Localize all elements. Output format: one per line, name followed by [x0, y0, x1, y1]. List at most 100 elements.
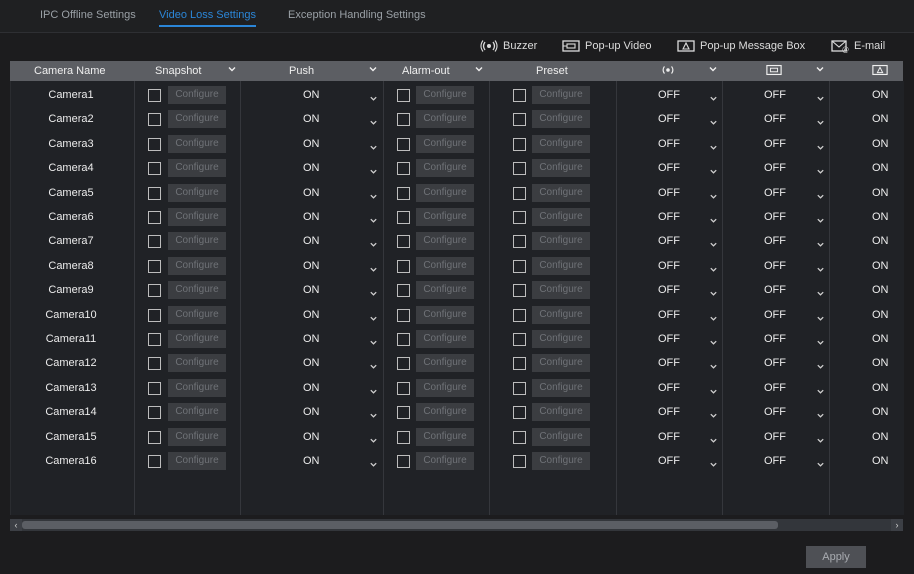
popup-video-chevron-down-icon[interactable] [816, 407, 825, 418]
popup-video-chevron-down-icon[interactable] [816, 90, 825, 101]
preset-configure-button[interactable]: Configure [532, 452, 590, 470]
alarm-out-checkbox[interactable] [397, 406, 410, 420]
push-value[interactable]: ON [303, 455, 320, 467]
preset-checkbox[interactable] [513, 162, 526, 176]
popup-video-value[interactable]: OFF [764, 309, 786, 321]
push-chevron-down-icon[interactable] [369, 407, 378, 418]
snapshot-configure-button[interactable]: Configure [168, 403, 226, 422]
buzzer-chevron-down-icon[interactable] [709, 310, 718, 321]
popup-message-value[interactable]: ON [872, 260, 889, 272]
preset-configure-button[interactable]: Configure [532, 305, 590, 324]
push-value[interactable]: ON [303, 431, 320, 443]
popup-video-value[interactable]: OFF [764, 187, 786, 199]
preset-checkbox[interactable] [513, 259, 526, 273]
snapshot-configure-button[interactable]: Configure [168, 330, 226, 348]
popup-message-value[interactable]: ON [872, 113, 889, 125]
push-chevron-down-icon[interactable] [369, 236, 378, 248]
snapshot-configure-button[interactable]: Configure [168, 232, 226, 251]
alarm-out-configure-button[interactable]: Configure [416, 281, 474, 300]
preset-checkbox[interactable] [513, 308, 526, 322]
buzzer-value[interactable]: OFF [658, 235, 680, 247]
preset-checkbox[interactable] [513, 89, 526, 102]
buzzer-value[interactable]: OFF [658, 260, 680, 272]
snapshot-checkbox[interactable] [148, 430, 161, 444]
push-header-chevron-down-icon[interactable] [368, 64, 378, 74]
popup-video-chevron-down-icon[interactable] [816, 261, 825, 272]
snapshot-checkbox[interactable] [148, 235, 161, 249]
preset-checkbox[interactable] [513, 211, 526, 224]
preset-checkbox[interactable] [513, 235, 526, 249]
popup-message-value[interactable]: ON [872, 382, 889, 394]
popup-video-chevron-down-icon[interactable] [816, 139, 825, 150]
push-chevron-down-icon[interactable] [369, 285, 378, 296]
buzzer-chevron-down-icon[interactable] [709, 212, 718, 223]
preset-checkbox[interactable] [513, 406, 526, 420]
popup-video-chevron-down-icon[interactable] [816, 456, 825, 467]
popup-video-chevron-down-icon[interactable] [816, 383, 825, 394]
preset-configure-button[interactable]: Configure [532, 378, 590, 397]
snapshot-configure-button[interactable]: Configure [168, 354, 226, 373]
push-value[interactable]: ON [303, 260, 320, 272]
popup-video-chevron-down-icon[interactable] [816, 236, 825, 248]
push-chevron-down-icon[interactable] [369, 358, 378, 370]
snapshot-configure-button[interactable]: Configure [168, 86, 226, 104]
popup-video-value[interactable]: OFF [764, 260, 786, 272]
preset-configure-button[interactable]: Configure [532, 159, 590, 178]
snapshot-checkbox[interactable] [148, 284, 161, 298]
buzzer-chevron-down-icon[interactable] [709, 456, 718, 467]
popup-video-chevron-down-icon[interactable] [816, 188, 825, 199]
preset-checkbox[interactable] [513, 357, 526, 371]
alarm-out-configure-button[interactable]: Configure [416, 208, 474, 226]
popup-video-value[interactable]: OFF [764, 113, 786, 125]
preset-configure-button[interactable]: Configure [532, 134, 590, 153]
buzzer-value[interactable]: OFF [658, 357, 680, 369]
push-value[interactable]: ON [303, 406, 320, 418]
popup-video-value[interactable]: OFF [764, 89, 786, 101]
preset-configure-button[interactable]: Configure [532, 427, 590, 446]
popup-message-value[interactable]: ON [872, 284, 889, 296]
preset-configure-button[interactable]: Configure [532, 110, 590, 129]
preset-configure-button[interactable]: Configure [532, 403, 590, 422]
push-chevron-down-icon[interactable] [369, 90, 378, 101]
buzzer-chevron-down-icon[interactable] [709, 407, 718, 418]
popup-video-chevron-down-icon[interactable] [816, 163, 825, 174]
push-value[interactable]: ON [303, 284, 320, 296]
alarm-out-configure-button[interactable]: Configure [416, 134, 474, 153]
alarm-out-configure-button[interactable]: Configure [416, 256, 474, 275]
snapshot-checkbox[interactable] [148, 89, 161, 102]
alarm-out-checkbox[interactable] [397, 430, 410, 444]
alarm-out-checkbox[interactable] [397, 235, 410, 249]
snapshot-configure-button[interactable]: Configure [168, 305, 226, 324]
snapshot-checkbox[interactable] [148, 357, 161, 371]
preset-configure-button[interactable]: Configure [532, 183, 590, 202]
popup-message-value[interactable]: ON [872, 162, 889, 174]
alarm-out-configure-button[interactable]: Configure [416, 427, 474, 446]
push-value[interactable]: ON [303, 333, 320, 345]
buzzer-header-chevron-down-icon[interactable] [708, 64, 718, 74]
popup-message-value[interactable]: ON [872, 357, 889, 369]
alarm-out-checkbox[interactable] [397, 137, 410, 151]
alarm-out-header-chevron-down-icon[interactable] [474, 64, 484, 74]
buzzer-value[interactable]: OFF [658, 455, 680, 467]
preset-checkbox[interactable] [513, 381, 526, 395]
snapshot-configure-button[interactable]: Configure [168, 208, 226, 226]
preset-configure-button[interactable]: Configure [532, 208, 590, 226]
alarm-out-checkbox[interactable] [397, 259, 410, 273]
alarm-out-configure-button[interactable]: Configure [416, 232, 474, 251]
popup-message-value[interactable]: ON [872, 89, 889, 101]
preset-checkbox[interactable] [513, 430, 526, 444]
push-value[interactable]: ON [303, 235, 320, 247]
popup-video-chevron-down-icon[interactable] [816, 285, 825, 296]
alarm-out-checkbox[interactable] [397, 162, 410, 176]
alarm-out-configure-button[interactable]: Configure [416, 159, 474, 178]
alarm-out-configure-button[interactable]: Configure [416, 403, 474, 422]
alarm-out-checkbox[interactable] [397, 455, 410, 468]
popup-video-header-chevron-down-icon[interactable] [815, 64, 825, 74]
buzzer-value[interactable]: OFF [658, 138, 680, 150]
scroll-left-icon[interactable]: ‹ [10, 519, 22, 531]
snapshot-checkbox[interactable] [148, 308, 161, 322]
preset-configure-button[interactable]: Configure [532, 232, 590, 251]
popup-message-value[interactable]: ON [872, 431, 889, 443]
push-chevron-down-icon[interactable] [369, 212, 378, 223]
buzzer-value[interactable]: OFF [658, 309, 680, 321]
